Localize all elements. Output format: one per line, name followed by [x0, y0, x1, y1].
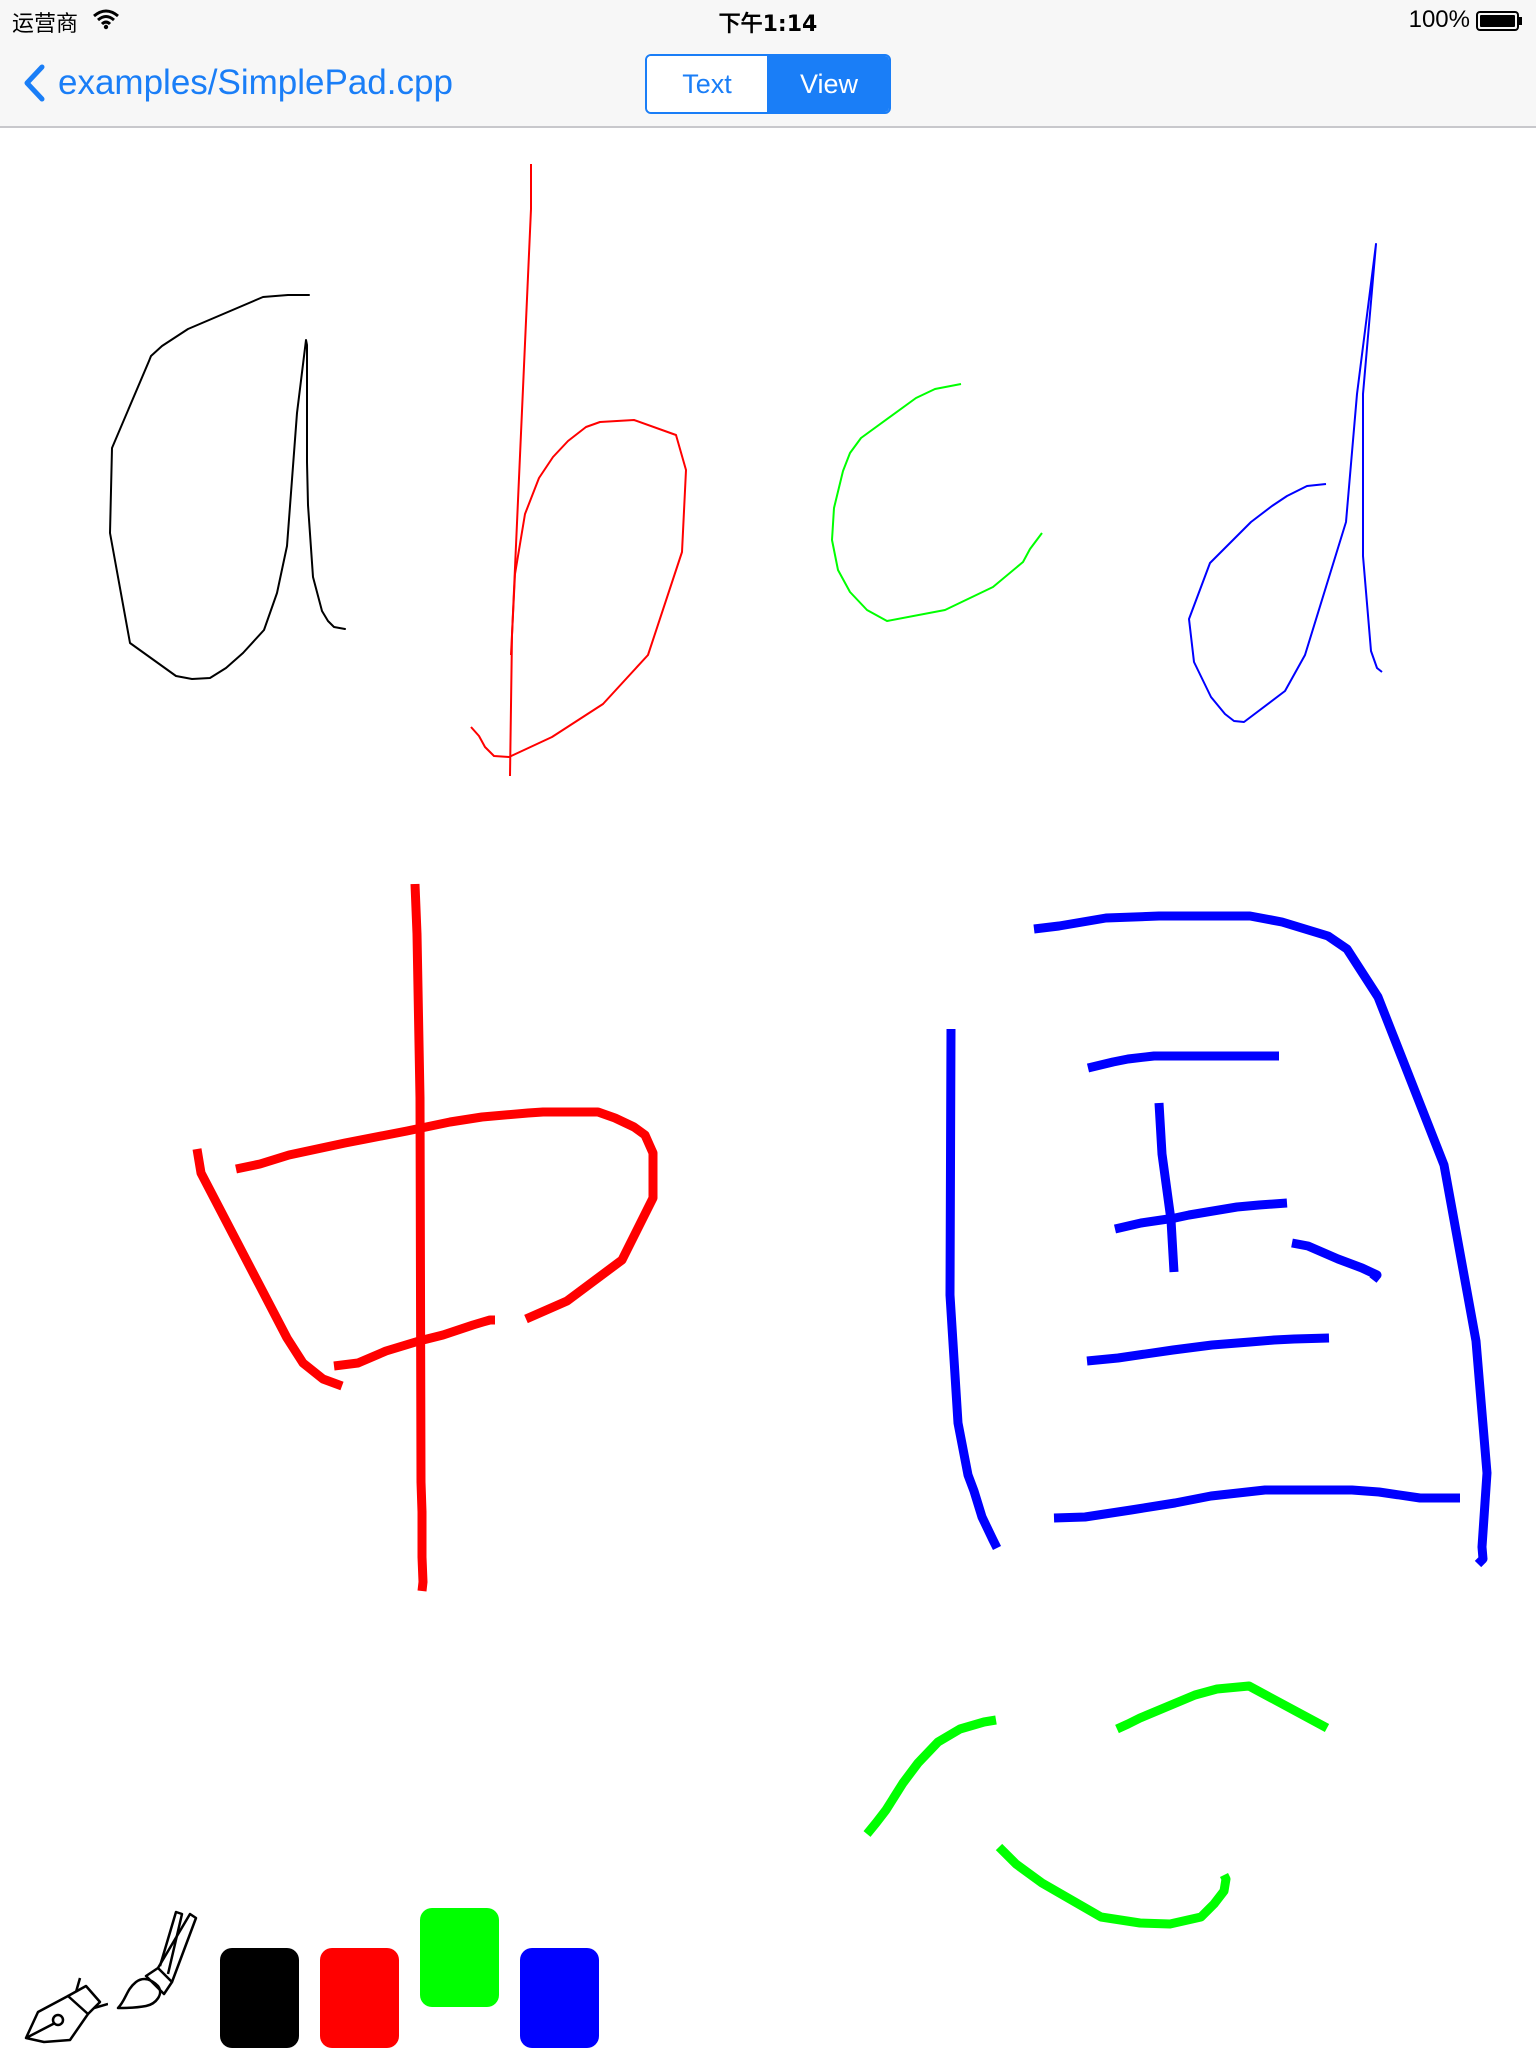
app-window: 运营商 下午1:14 100% examples/SimplePad.cpp T…	[0, 0, 1536, 2048]
brush-icon[interactable]	[112, 1910, 208, 2010]
color-swatch-black[interactable]	[220, 1948, 299, 2048]
color-swatch-blue[interactable]	[520, 1948, 599, 2048]
color-swatch-red[interactable]	[320, 1948, 399, 2048]
stroke-letter-b-stem	[509, 164, 532, 777]
color-swatch-green[interactable]	[420, 1908, 499, 2007]
stroke-character-zhong	[192, 883, 658, 1592]
stroke-character-guo	[945, 911, 1492, 1568]
stroke-letter-d	[1188, 243, 1383, 723]
stroke-letter-c	[831, 383, 1043, 622]
drawing-strokes	[109, 164, 1492, 1929]
stroke-letter-a	[109, 294, 346, 680]
stroke-green-face	[863, 1681, 1330, 1929]
stroke-letter-b-bowl	[470, 419, 687, 758]
pen-nib-icon[interactable]	[16, 1948, 108, 2044]
